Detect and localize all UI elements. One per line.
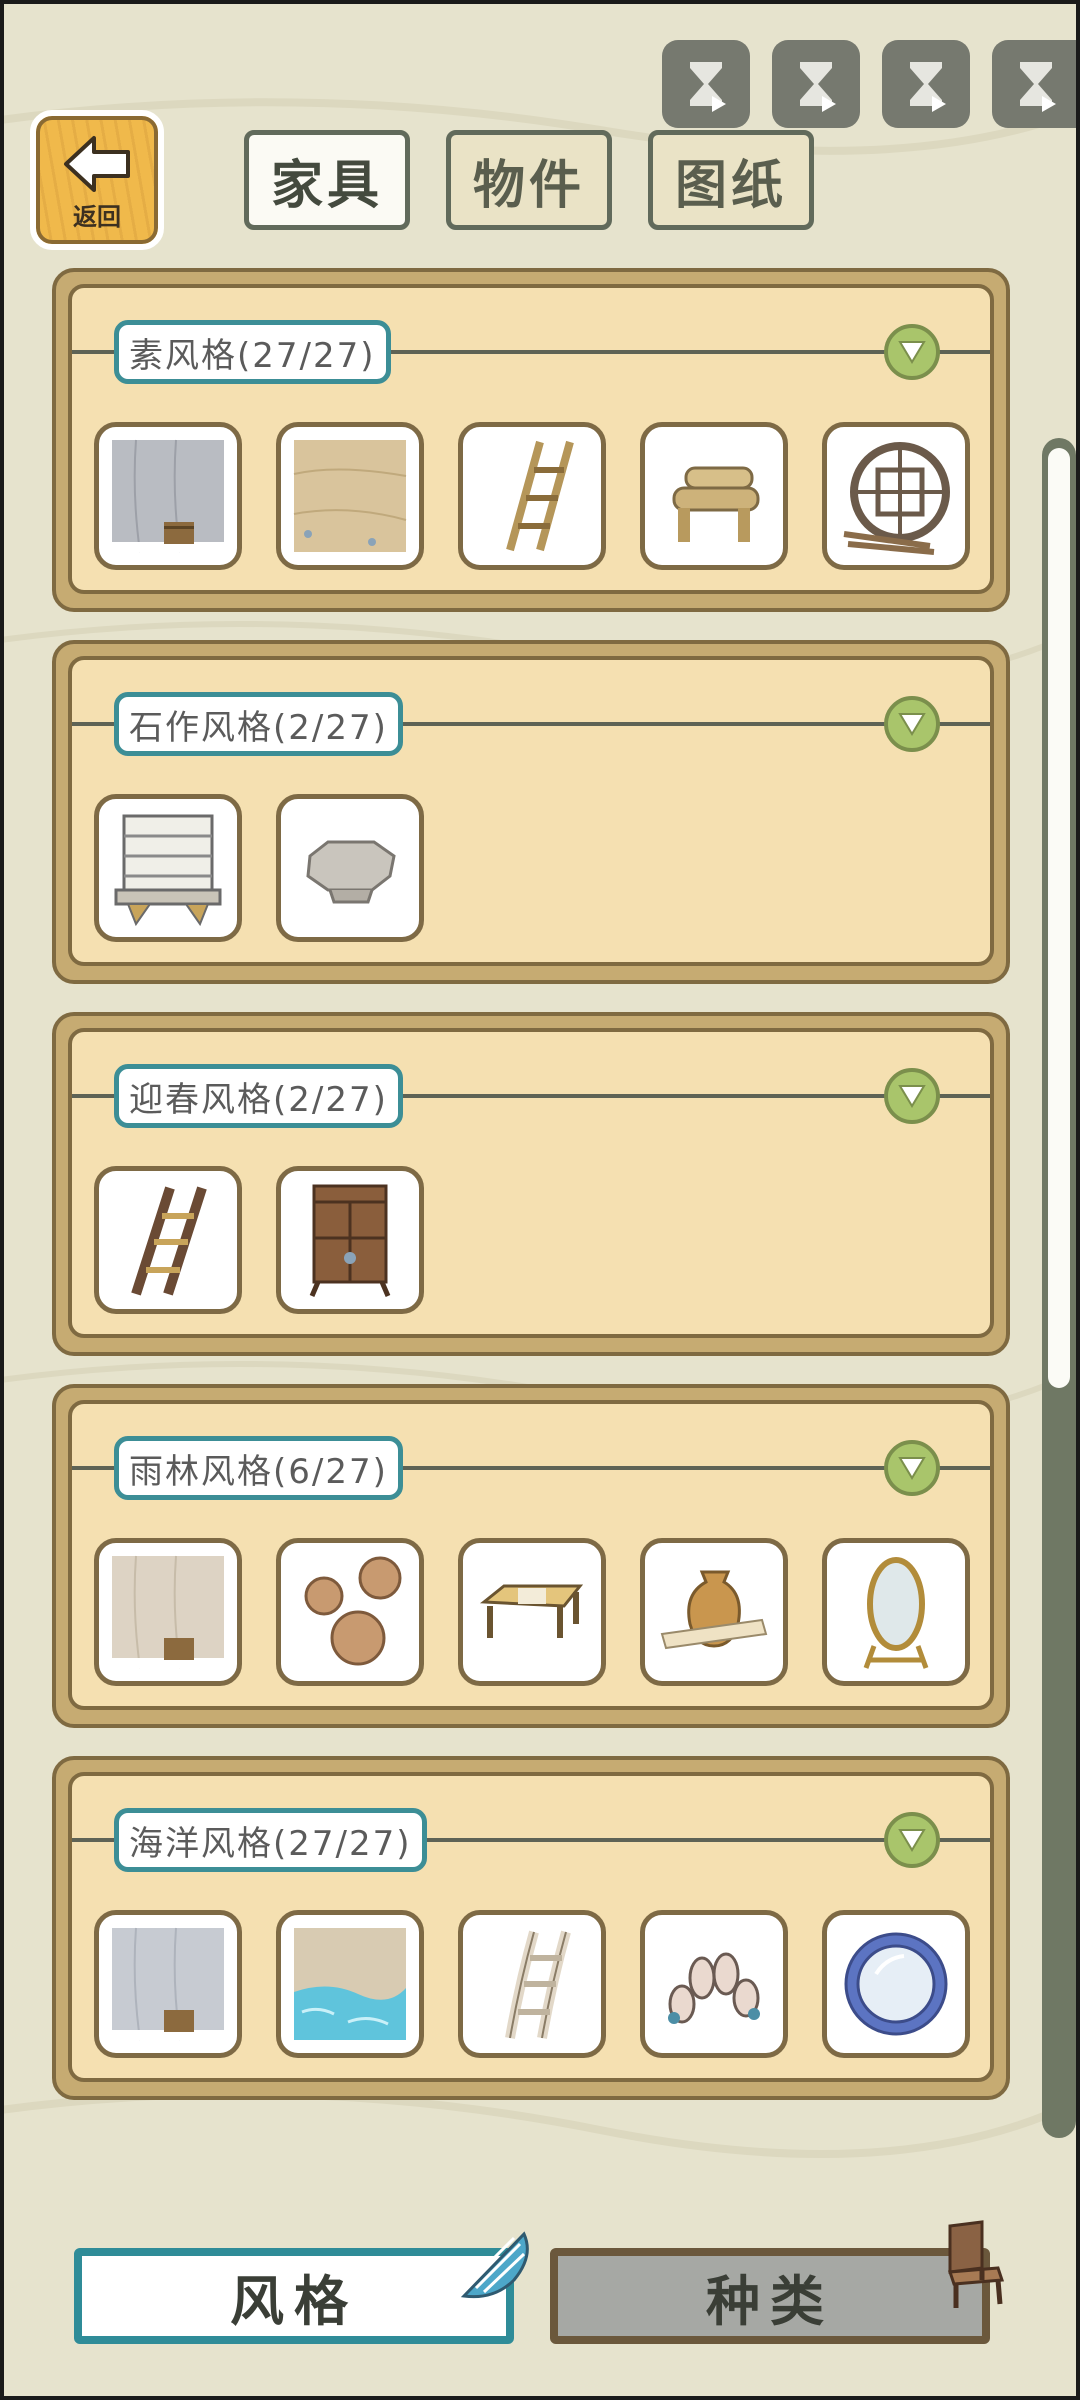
brown-ladder-item[interactable] xyxy=(94,1166,242,1314)
collapse-icon[interactable] xyxy=(884,1068,940,1124)
stone-shelf-item[interactable] xyxy=(94,794,242,942)
bamboo-bench-item[interactable] xyxy=(458,1538,606,1686)
hourglass-icon[interactable] xyxy=(882,40,970,128)
style-section-list: 素风格(27/27) 石作风格(2/27) 迎春风格(2/27) 雨林风格(6/… xyxy=(52,268,1010,2128)
scrollbar-thumb[interactable] xyxy=(1048,448,1070,1388)
style-section: 海洋风格(27/27) xyxy=(52,1756,1010,2100)
wooden-cabinet-item[interactable] xyxy=(276,1166,424,1314)
chair-icon xyxy=(947,2220,1005,2308)
stone-table-item[interactable] xyxy=(276,794,424,942)
tab-blueprints[interactable]: 图纸 xyxy=(648,130,814,230)
back-button[interactable]: 返回 xyxy=(30,110,164,250)
tab-type[interactable]: 种类 xyxy=(550,2248,990,2344)
gray-wall-with-bucket-item[interactable] xyxy=(94,422,242,570)
style-section: 雨林风格(6/27) xyxy=(52,1384,1010,1728)
section-title: 海洋风格(27/27) xyxy=(114,1808,427,1872)
style-section: 素风格(27/27) xyxy=(52,268,1010,612)
sea-water-floor-item[interactable] xyxy=(276,1910,424,2058)
wooden-ladder-item[interactable] xyxy=(458,422,606,570)
section-title: 素风格(27/27) xyxy=(114,320,391,384)
clay-jar-scroll-item[interactable] xyxy=(640,1538,788,1686)
driftwood-ladder-item[interactable] xyxy=(458,1910,606,2058)
hourglass-icon[interactable] xyxy=(992,40,1080,128)
back-arrow-icon xyxy=(64,136,130,192)
coral-stones-item[interactable] xyxy=(640,1910,788,2058)
collapse-icon[interactable] xyxy=(884,1440,940,1496)
shell-icon xyxy=(460,2231,529,2299)
sand-floor-item[interactable] xyxy=(276,422,424,570)
category-tabs: 家具 物件 图纸 xyxy=(244,130,814,230)
style-section: 迎春风格(2/27) xyxy=(52,1012,1010,1356)
hourglass-icon[interactable] xyxy=(772,40,860,128)
scrollbar[interactable] xyxy=(1042,438,1076,2138)
tab-objects[interactable]: 物件 xyxy=(446,130,612,230)
blue-wall-with-bucket-item[interactable] xyxy=(94,1910,242,2058)
hourglass-icon[interactable] xyxy=(662,40,750,128)
beige-wall-with-bucket-item[interactable] xyxy=(94,1538,242,1686)
round-wood-stools-item[interactable] xyxy=(276,1538,424,1686)
back-label: 返回 xyxy=(73,203,121,231)
tab-style[interactable]: 风格 xyxy=(74,2248,514,2344)
style-section: 石作风格(2/27) xyxy=(52,640,1010,984)
log-bench-item[interactable] xyxy=(640,422,788,570)
porthole-window-item[interactable] xyxy=(822,1910,970,2058)
round-lattice-window-item[interactable] xyxy=(822,422,970,570)
standing-mirror-item[interactable] xyxy=(822,1538,970,1686)
section-title: 雨林风格(6/27) xyxy=(114,1436,403,1500)
tab-furniture[interactable]: 家具 xyxy=(244,130,410,230)
collapse-icon[interactable] xyxy=(884,1812,940,1868)
collapse-icon[interactable] xyxy=(884,324,940,380)
section-title: 石作风格(2/27) xyxy=(114,692,403,756)
collapse-icon[interactable] xyxy=(884,696,940,752)
timer-bar xyxy=(662,40,1080,128)
section-title: 迎春风格(2/27) xyxy=(114,1064,403,1128)
